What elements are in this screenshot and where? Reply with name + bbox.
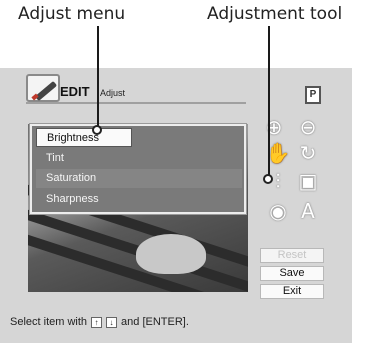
header-divider (26, 102, 246, 104)
menu-item-brightness[interactable]: Brightness (36, 128, 132, 147)
rotate-icon[interactable]: ↻ (296, 140, 320, 166)
status-suffix: and [ENTER]. (121, 316, 189, 328)
down-arrow-key-icon: ↓ (106, 316, 118, 328)
callout-dot-tool (263, 174, 273, 184)
frame-icon[interactable]: ▣ (296, 168, 320, 194)
menu-item-tint[interactable]: Tint (36, 149, 242, 168)
menu-item-saturation[interactable]: Saturation (36, 169, 242, 188)
edit-screen: EDIT Adjust Brightness Tint Saturation S… (0, 68, 352, 343)
reset-button[interactable]: Reset (260, 248, 324, 263)
callout-adjust-menu: Adjust menu (18, 4, 126, 24)
cat-image (136, 234, 206, 274)
print-icon[interactable]: P (305, 86, 321, 104)
zoom-out-icon[interactable]: ⊖ (296, 114, 320, 140)
callout-dot-menu (92, 125, 102, 135)
zoom-in-icon[interactable]: ⊕ (262, 114, 286, 140)
red-eye-icon[interactable]: ◉ (266, 198, 290, 224)
status-hint: Select item with ↑ ↓ and [ENTER]. (10, 316, 189, 328)
status-prefix: Select item with (10, 316, 88, 328)
page-title: EDIT (60, 84, 90, 99)
callout-leader-tool (268, 26, 270, 178)
menu-item-sharpness[interactable]: Sharpness (36, 190, 242, 209)
callout-leader-menu (97, 26, 99, 130)
page-subtitle: Adjust (100, 88, 126, 98)
save-button[interactable]: Save (260, 266, 324, 281)
exit-button[interactable]: Exit (260, 284, 324, 299)
callout-adjustment-tool: Adjustment tool (207, 4, 343, 24)
edit-pencil-icon (26, 74, 60, 102)
adjust-menu: Brightness Tint Saturation Sharpness (29, 123, 247, 215)
text-tool-icon[interactable]: A (296, 198, 320, 224)
up-arrow-key-icon: ↑ (91, 316, 103, 328)
